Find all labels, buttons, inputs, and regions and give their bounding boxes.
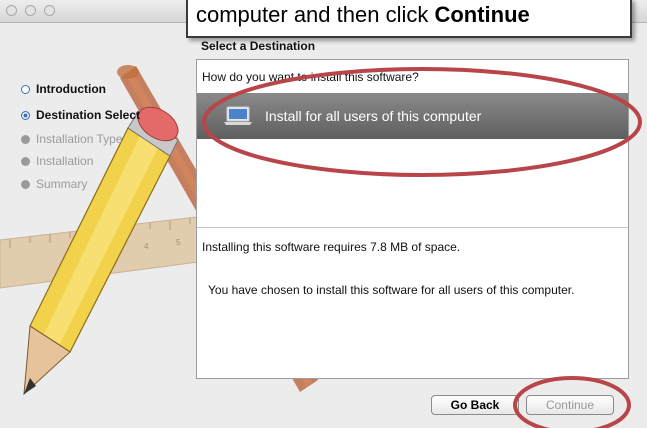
callout-text-bold: Continue: [434, 2, 530, 27]
step-complete-icon: [21, 84, 30, 94]
installer-window: 4 5 Select a Destination Introduction De…: [0, 0, 647, 428]
selection-summary-text: You have chosen to install this software…: [208, 283, 575, 297]
sidebar-item-installation: Installation: [21, 154, 93, 168]
step-pending-icon: [21, 179, 30, 189]
install-option-label: Install for all users of this computer: [265, 108, 482, 124]
laptop-icon: [224, 106, 252, 125]
install-question: How do you want to install this software…: [202, 70, 419, 84]
svg-text:5: 5: [176, 238, 181, 247]
instruction-callout: computer and then click Continue: [186, 0, 632, 38]
destination-panel: How do you want to install this software…: [196, 59, 629, 379]
svg-text:4: 4: [144, 242, 149, 251]
callout-text-prefix: computer and then click: [196, 2, 435, 27]
space-required-text: Installing this software requires 7.8 MB…: [202, 240, 461, 254]
step-pending-icon: [21, 134, 30, 144]
go-back-button[interactable]: Go Back: [431, 395, 519, 415]
sidebar-item-installation-type: Installation Type: [21, 132, 123, 146]
sidebar-item-label: Introduction: [36, 82, 106, 96]
continue-button[interactable]: Continue: [526, 395, 614, 415]
sidebar-item-destination-select: Destination Select: [21, 108, 140, 122]
callout-text: computer and then click Continue: [196, 2, 530, 28]
sidebar-item-label: Summary: [36, 177, 88, 191]
page-title: Select a Destination: [201, 39, 316, 53]
step-pending-icon: [21, 156, 30, 166]
install-for-all-users-option[interactable]: Install for all users of this computer: [197, 93, 628, 139]
sidebar-item-label: Destination Select: [36, 108, 141, 122]
sidebar-item-introduction: Introduction: [21, 82, 106, 96]
sidebar-item-label: Installation Type: [36, 132, 123, 146]
step-current-icon: [21, 110, 30, 120]
sidebar-item-label: Installation: [36, 154, 94, 168]
panel-divider: [197, 227, 628, 228]
sidebar-item-summary: Summary: [21, 177, 87, 191]
